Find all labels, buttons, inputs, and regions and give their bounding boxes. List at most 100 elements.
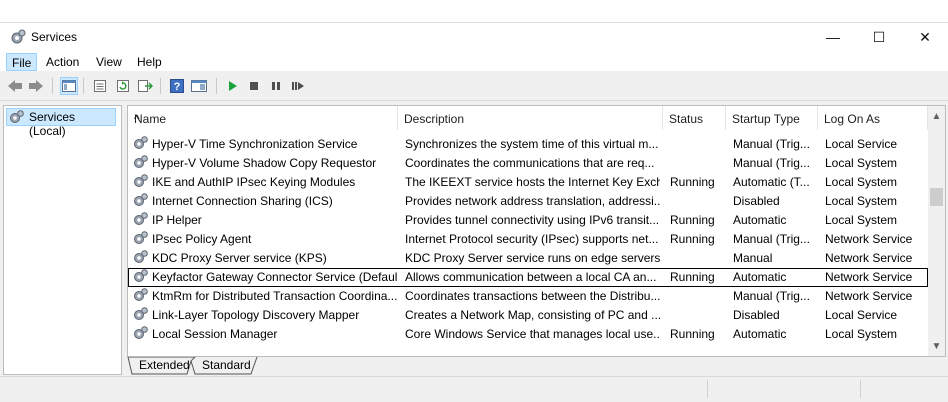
cell-logon: Local System bbox=[825, 156, 898, 170]
column-header-name[interactable]: ^ Name bbox=[128, 106, 398, 130]
menu-view[interactable]: View bbox=[91, 53, 127, 71]
vertical-scrollbar[interactable]: ▲ ▼ bbox=[928, 106, 945, 356]
cell-description: The IKEEXT service hosts the Internet Ke… bbox=[405, 175, 660, 189]
cell-name: Link-Layer Topology Discovery Mapper bbox=[152, 308, 360, 322]
services-gear-icon bbox=[11, 29, 26, 44]
cell-startup: Manual bbox=[733, 251, 773, 265]
minimize-icon: — bbox=[826, 29, 840, 45]
cell-name: IKE and AuthIP IPsec Keying Modules bbox=[152, 175, 356, 189]
service-gear-icon bbox=[133, 326, 149, 343]
cell-startup: Disabled bbox=[733, 308, 780, 322]
service-gear-icon bbox=[133, 212, 149, 229]
status-bar bbox=[0, 376, 948, 402]
cell-name: Keyfactor Gateway Connector Service (Def… bbox=[152, 270, 397, 284]
cell-logon: Network Service bbox=[825, 232, 913, 246]
cell-name: KtmRm for Distributed Transaction Coordi… bbox=[152, 289, 397, 303]
cell-startup: Manual (Trig... bbox=[733, 156, 810, 170]
cell-name: IPsec Policy Agent bbox=[152, 232, 252, 246]
column-header-row: ^ Name Description Status Startup Type L… bbox=[128, 106, 928, 130]
toolbar: ? bbox=[0, 72, 948, 101]
minimize-button[interactable]: — bbox=[810, 23, 856, 51]
column-header-log-on-as[interactable]: Log On As bbox=[818, 106, 928, 130]
cell-description: Synchronizes the system time of this vir… bbox=[405, 137, 659, 151]
menu-bar: File Action View Help bbox=[0, 51, 948, 71]
cell-startup: Automatic (T... bbox=[733, 175, 810, 189]
column-header-status[interactable]: Status bbox=[663, 106, 726, 130]
window-title: Services bbox=[31, 30, 78, 44]
cell-name: IP Helper bbox=[152, 213, 202, 227]
resume-service-icon[interactable] bbox=[289, 77, 307, 95]
service-gear-icon bbox=[133, 231, 149, 248]
service-gear-icon bbox=[133, 288, 149, 305]
column-header-startup-type[interactable]: Startup Type bbox=[726, 106, 818, 130]
table-row[interactable]: Internet Connection Sharing (ICS) Provide… bbox=[128, 192, 928, 211]
cell-logon: Local System bbox=[825, 327, 898, 341]
forward-arrow-icon[interactable] bbox=[27, 77, 45, 95]
services-gear-icon bbox=[10, 110, 24, 123]
cell-status: Running bbox=[670, 270, 715, 284]
cell-description: Provides network address translation, ad… bbox=[405, 194, 660, 208]
cell-logon: Network Service bbox=[825, 251, 913, 265]
service-gear-icon bbox=[133, 193, 149, 210]
cell-name: Local Session Manager bbox=[152, 327, 278, 341]
cell-status: Running bbox=[670, 175, 715, 189]
tree-item-label: Services (Local) bbox=[29, 110, 76, 138]
cell-description: Coordinates transactions between the Dis… bbox=[405, 289, 660, 303]
export-list-icon[interactable] bbox=[136, 77, 154, 95]
close-icon: ✕ bbox=[919, 28, 931, 45]
menu-file[interactable]: File bbox=[6, 53, 38, 71]
service-gear-icon bbox=[133, 250, 149, 267]
cell-logon: Local System bbox=[825, 194, 898, 208]
cell-logon: Local Service bbox=[825, 137, 898, 151]
properties-icon[interactable] bbox=[91, 77, 109, 95]
service-gear-icon bbox=[133, 136, 149, 153]
services-window: Services — ☐ ✕ File Action View Help ? S… bbox=[0, 22, 948, 402]
cell-description: Creates a Network Map, consisting of PC … bbox=[405, 308, 660, 322]
service-gear-icon bbox=[133, 307, 149, 324]
tab-extended[interactable]: Extended bbox=[139, 357, 190, 374]
table-row[interactable]: IPsec Policy Agent Internet Protocol secu… bbox=[128, 230, 928, 249]
title-bar[interactable]: Services — ☐ ✕ bbox=[0, 23, 948, 51]
start-service-icon[interactable] bbox=[223, 77, 241, 95]
scroll-down-icon[interactable]: ▼ bbox=[928, 338, 945, 355]
cell-description: Core Windows Service that manages local … bbox=[405, 327, 660, 341]
cell-startup: Automatic bbox=[733, 213, 787, 227]
cell-startup: Manual (Trig... bbox=[733, 289, 810, 303]
cell-startup: Manual (Trig... bbox=[733, 137, 810, 151]
table-row[interactable]: KDC Proxy Server service (KPS) KDC Proxy … bbox=[128, 249, 928, 268]
column-header-description[interactable]: Description bbox=[398, 106, 663, 130]
show-hide-action-pane-icon[interactable] bbox=[190, 77, 208, 95]
console-tree-icon[interactable] bbox=[60, 77, 78, 95]
cell-description: Provides tunnel connectivity using IPv6 … bbox=[405, 213, 660, 227]
menu-action[interactable]: Action bbox=[41, 53, 84, 71]
refresh-icon[interactable] bbox=[114, 77, 132, 95]
table-row[interactable]: IP Helper Provides tunnel connectivity us… bbox=[128, 211, 928, 230]
scroll-up-icon[interactable]: ▲ bbox=[928, 108, 945, 125]
tree-item-services-local[interactable]: Services (Local) bbox=[6, 108, 116, 138]
help-icon[interactable]: ? bbox=[168, 77, 186, 95]
table-row[interactable]: Hyper-V Volume Shadow Copy Requestor Coor… bbox=[128, 154, 928, 173]
table-row[interactable]: Local Session Manager Core Windows Servic… bbox=[128, 325, 928, 344]
service-gear-icon bbox=[133, 269, 149, 286]
menu-help[interactable]: Help bbox=[132, 53, 167, 71]
service-gear-icon bbox=[133, 174, 149, 191]
cell-status: Running bbox=[670, 213, 715, 227]
cell-logon: Network Service bbox=[825, 289, 913, 303]
stop-service-icon[interactable] bbox=[245, 77, 263, 95]
table-row[interactable]: KtmRm for Distributed Transaction Coordi… bbox=[128, 287, 928, 306]
table-row[interactable]: Hyper-V Time Synchronization Service Sync… bbox=[128, 135, 928, 154]
cell-status: Running bbox=[670, 232, 715, 246]
pause-service-icon[interactable] bbox=[267, 77, 285, 95]
table-row[interactable]: IKE and AuthIP IPsec Keying Modules The I… bbox=[128, 173, 928, 192]
tab-standard[interactable]: Standard bbox=[202, 357, 251, 374]
cell-description: Internet Protocol security (IPsec) suppo… bbox=[405, 232, 659, 246]
close-button[interactable]: ✕ bbox=[902, 23, 948, 51]
cell-description: Allows communication between a local CA … bbox=[405, 270, 657, 284]
cell-description: KDC Proxy Server service runs on edge se… bbox=[405, 251, 660, 265]
table-row[interactable]: Link-Layer Topology Discovery Mapper Crea… bbox=[128, 306, 928, 325]
table-row[interactable]: Keyfactor Gateway Connector Service (Def… bbox=[128, 268, 928, 287]
service-gear-icon bbox=[133, 155, 149, 172]
scrollbar-thumb[interactable] bbox=[930, 188, 943, 206]
maximize-button[interactable]: ☐ bbox=[856, 23, 902, 51]
back-arrow-icon[interactable] bbox=[6, 77, 24, 95]
